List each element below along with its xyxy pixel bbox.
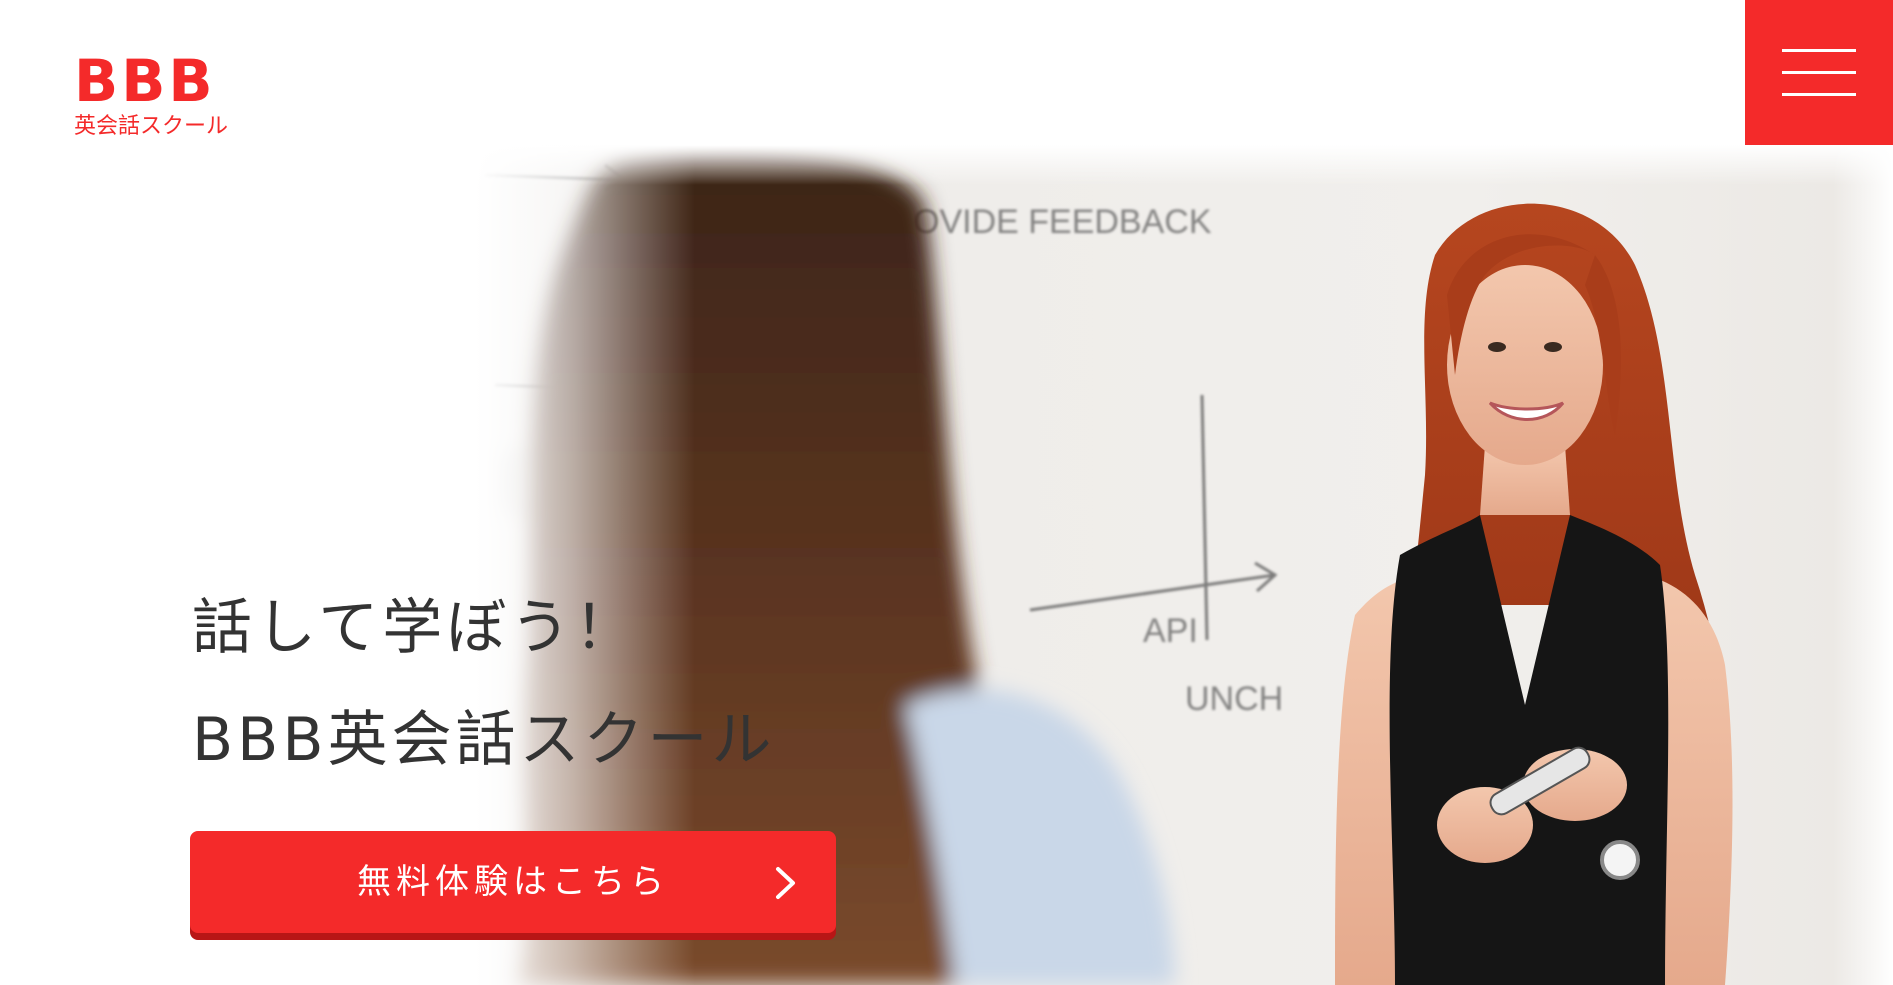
hero-headline: 話して学ぼう！ BBB英会話スクール	[192, 572, 776, 796]
free-trial-button-label: 無料体験はこちら	[357, 862, 669, 902]
logo-subtitle: 英会話スクール	[74, 114, 229, 139]
logo-mark: BBB	[74, 47, 216, 115]
menu-button[interactable]	[1745, 0, 1893, 145]
menu-bar-middle	[1782, 71, 1856, 74]
site-logo[interactable]: BBB 英会話スクール	[74, 52, 234, 140]
menu-bar-top	[1782, 49, 1856, 52]
hero-headline-line1: 話して学ぼう！	[192, 593, 639, 663]
whiteboard-feedback-text: OVIDE FEEDBACK	[913, 203, 1212, 241]
hero-fade-right	[1833, 145, 1893, 985]
free-trial-button[interactable]: 無料体験はこちら	[190, 831, 836, 933]
whiteboard-api-text: API	[1143, 612, 1198, 650]
hero-headline-line2: BBB英会話スクール	[192, 705, 776, 775]
chevron-right-icon	[776, 867, 795, 899]
menu-bar-bottom	[1782, 93, 1856, 96]
whiteboard-launch-text: UNCH	[1185, 680, 1283, 718]
page: OVIDE FEEDBACK API UNCH EE	[0, 0, 1893, 985]
